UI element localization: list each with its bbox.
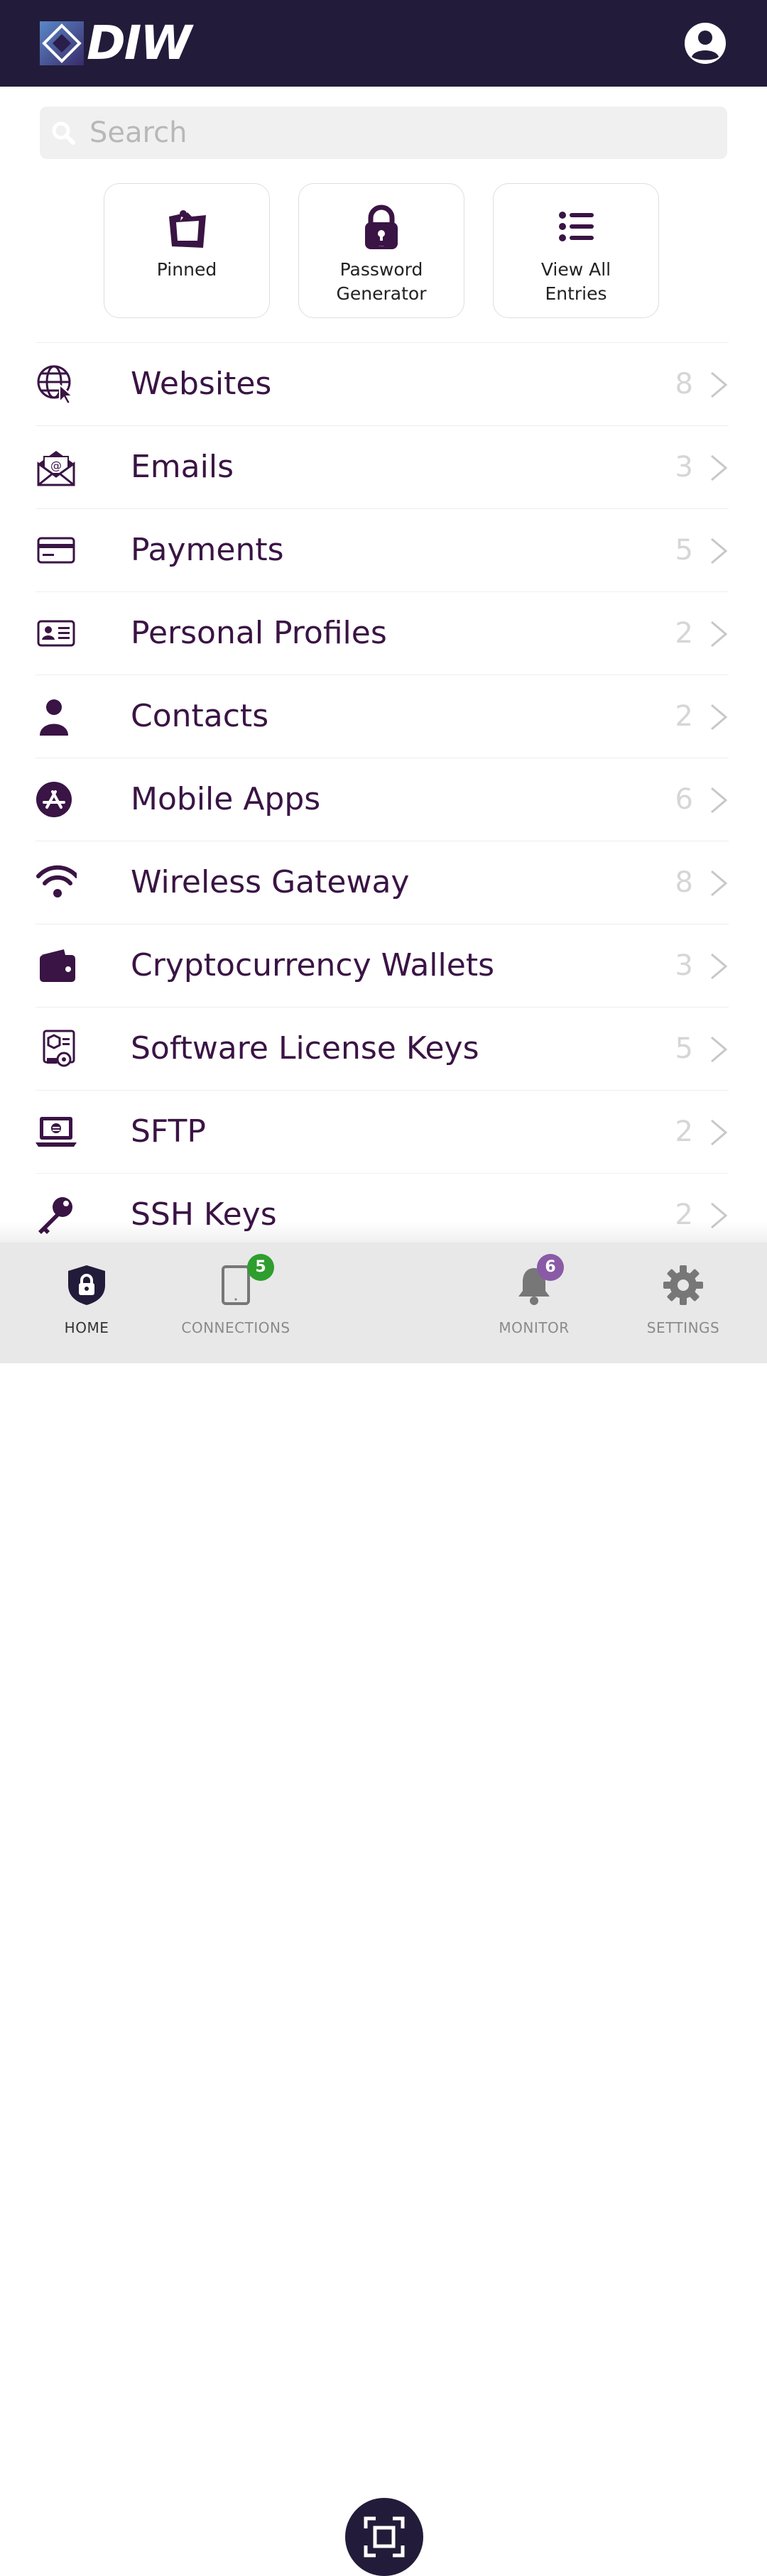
category-count: 6 — [675, 783, 693, 816]
category-count: 3 — [675, 949, 693, 982]
person-icon — [40, 699, 68, 736]
category-count: 8 — [675, 866, 693, 899]
password-generator-button[interactable]: .... Password Generator — [298, 183, 464, 318]
scan-icon — [364, 2516, 405, 2558]
category-count: 5 — [675, 534, 693, 567]
search-icon — [52, 121, 75, 145]
chevron-right-icon — [711, 454, 728, 481]
software-license-icon — [43, 1030, 75, 1067]
svg-text:....: .... — [379, 243, 384, 248]
chevron-right-icon — [711, 621, 728, 648]
chevron-right-icon — [711, 870, 728, 897]
category-count: 2 — [675, 1115, 693, 1148]
category-label: Contacts — [131, 698, 269, 734]
logo-mark-icon — [40, 21, 84, 65]
user-circle-icon[interactable] — [683, 21, 727, 65]
laptop-icon — [36, 1117, 77, 1147]
chevron-right-icon — [711, 537, 728, 564]
password-generator-label: Password Generator — [336, 259, 427, 304]
category-count: 3 — [675, 451, 693, 484]
tab-monitor-label: MONITOR — [499, 1319, 570, 1336]
category-row-software-license-keys[interactable]: Software License Keys 5 — [36, 1007, 729, 1090]
svg-text:@: @ — [50, 459, 62, 472]
bottom-tab-bar: HOME 5 CONNECTIONS 6 MONITOR SETTINGS — [0, 1243, 767, 2576]
category-list: Websites 8 @ Emails 3 Payments 5 Persona… — [36, 342, 729, 1256]
chevron-right-icon — [711, 704, 728, 731]
category-label: Emails — [131, 449, 234, 485]
category-label: Websites — [131, 366, 272, 402]
search-bar[interactable]: Search — [40, 107, 727, 159]
category-label: SFTP — [131, 1113, 206, 1150]
tab-settings-label: SETTINGS — [646, 1319, 720, 1336]
category-row-cryptocurrency-wallets[interactable]: Cryptocurrency Wallets 3 — [36, 924, 729, 1007]
tab-connections-label: CONNECTIONS — [181, 1319, 290, 1336]
category-row-emails[interactable]: @ Emails 3 — [36, 425, 729, 508]
globe-cursor-icon — [37, 365, 75, 405]
category-label: Wireless Gateway — [131, 864, 410, 900]
shield-lock-icon — [68, 1265, 105, 1305]
category-row-contacts[interactable]: Contacts 2 — [36, 675, 729, 758]
category-row-payments[interactable]: Payments 5 — [36, 508, 729, 591]
category-count: 5 — [675, 1032, 693, 1065]
wifi-icon — [36, 865, 77, 897]
gear-icon — [663, 1265, 703, 1305]
category-row-personal-profiles[interactable]: Personal Profiles 2 — [36, 591, 729, 675]
list-icon — [559, 212, 594, 241]
category-label: Software License Keys — [131, 1030, 479, 1066]
category-label: Payments — [131, 532, 284, 568]
tab-monitor[interactable]: 6 MONITOR — [463, 1243, 605, 1363]
chevron-right-icon — [711, 1036, 728, 1063]
envelope-icon: @ — [37, 451, 75, 486]
monitor-badge: 6 — [537, 1254, 564, 1281]
chevron-right-icon — [711, 371, 728, 398]
category-row-sftp[interactable]: SFTP 2 — [36, 1090, 729, 1173]
app-store-icon — [36, 782, 72, 817]
tab-connections[interactable]: 5 CONNECTIONS — [165, 1243, 307, 1363]
scan-button[interactable] — [345, 2498, 423, 2576]
category-row-mobile-apps[interactable]: Mobile Apps 6 — [36, 758, 729, 841]
tab-settings[interactable]: SETTINGS — [612, 1243, 754, 1363]
category-row-wireless-gateway[interactable]: Wireless Gateway 8 — [36, 841, 729, 924]
view-all-entries-button[interactable]: View All Entries — [493, 183, 659, 318]
quick-actions: Pinned .... Password Generator View All … — [104, 183, 659, 318]
wallet-icon — [40, 949, 75, 982]
tab-home-label: HOME — [64, 1319, 109, 1336]
app-header: DIW — [0, 0, 767, 87]
id-card-icon — [37, 620, 75, 647]
chevron-right-icon — [711, 953, 728, 980]
tab-home[interactable]: HOME — [16, 1243, 158, 1363]
pinned-label: Pinned — [156, 259, 217, 280]
category-label: Personal Profiles — [131, 615, 387, 651]
connections-badge: 5 — [247, 1254, 274, 1281]
category-label: Cryptocurrency Wallets — [131, 947, 494, 983]
app-logo: DIW — [40, 16, 192, 70]
category-count: 2 — [675, 617, 693, 650]
list-fade — [0, 1221, 767, 1243]
view-all-entries-label: View All Entries — [540, 259, 611, 304]
search-placeholder: Search — [89, 116, 187, 149]
category-row-websites[interactable]: Websites 8 — [36, 342, 729, 425]
pin-note-icon — [169, 210, 206, 248]
logo-wordmark: DIW — [87, 16, 192, 70]
pinned-button[interactable]: Pinned — [104, 183, 270, 318]
chevron-right-icon — [711, 787, 728, 814]
category-count: 2 — [675, 700, 693, 733]
category-count: 8 — [675, 368, 693, 400]
padlock-icon: .... — [365, 204, 398, 249]
chevron-right-icon — [711, 1119, 728, 1146]
category-label: Mobile Apps — [131, 781, 321, 817]
credit-card-icon — [37, 537, 75, 564]
